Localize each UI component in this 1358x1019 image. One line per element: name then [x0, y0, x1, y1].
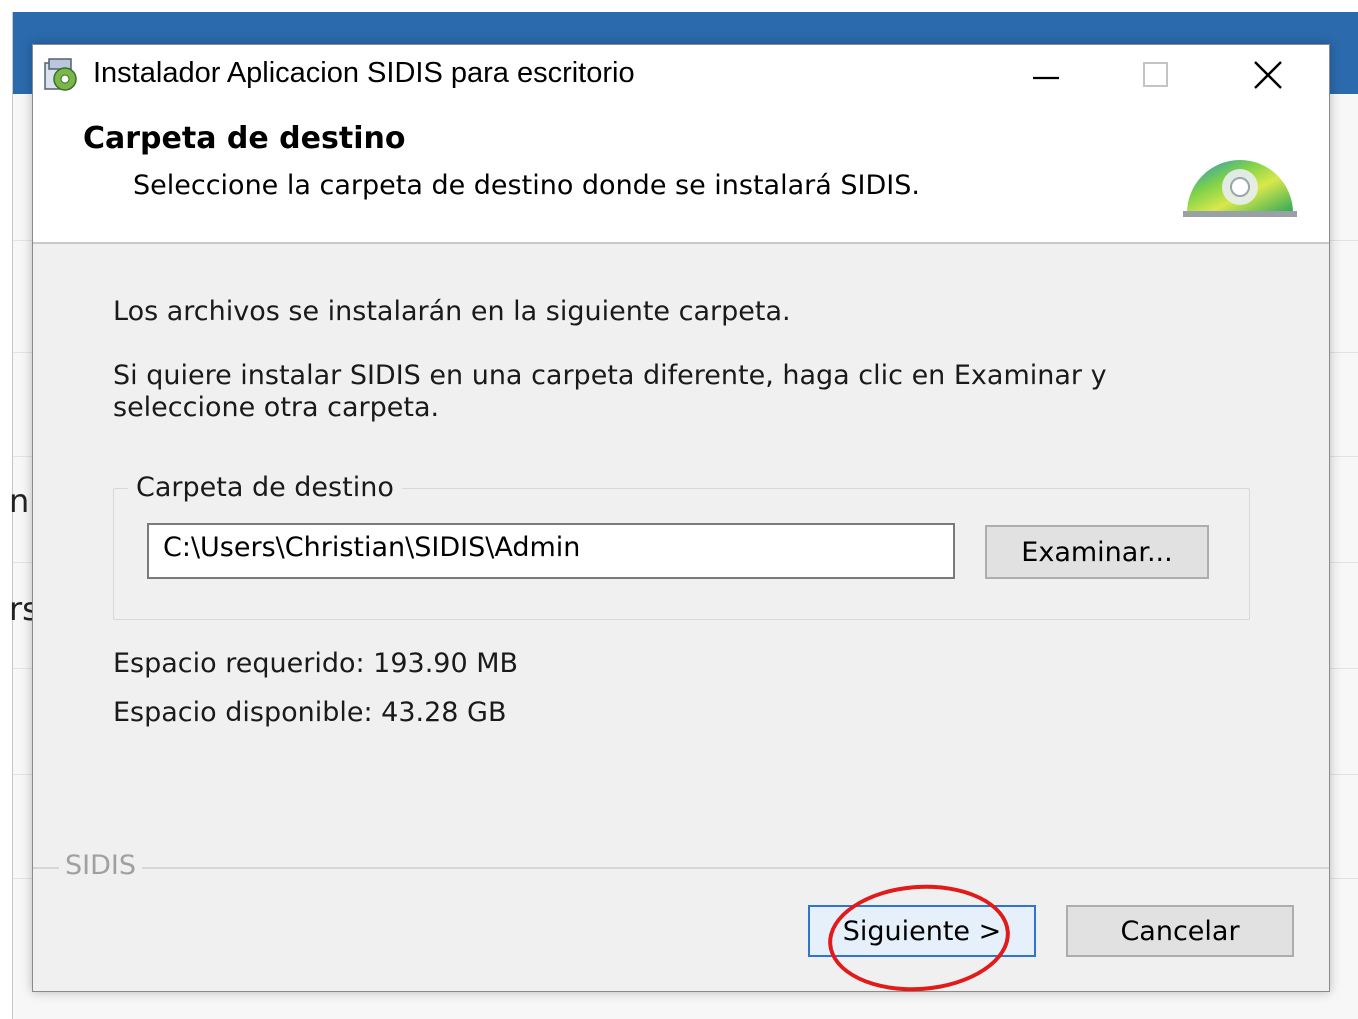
instructions-line-2: seleccione otra carpeta. [113, 392, 440, 423]
space-required-text: Espacio requerido: 193.90 MB [113, 648, 519, 679]
destination-group-label: Carpeta de destino [128, 472, 402, 503]
footer-divider [33, 867, 1329, 869]
wizard-header: Carpeta de destino Seleccione la carpeta… [33, 105, 1329, 244]
space-available-text: Espacio disponible: 43.28 GB [113, 697, 507, 728]
browse-button[interactable]: Examinar... [985, 525, 1209, 579]
destination-groupbox: Carpeta de destino Examinar... [113, 472, 1250, 620]
minimize-icon [1033, 76, 1059, 80]
minimize-button[interactable] [991, 45, 1101, 105]
next-button[interactable]: Siguiente > [808, 905, 1036, 957]
maximize-icon [1143, 62, 1168, 87]
window-title: Instalador Aplicacion SIDIS para escrito… [93, 57, 635, 89]
page-title: Carpeta de destino [83, 121, 406, 156]
close-button[interactable] [1213, 45, 1323, 105]
background-text-fragment: n [9, 482, 30, 520]
installer-icon [44, 58, 77, 91]
cancel-button[interactable]: Cancelar [1066, 905, 1294, 957]
cd-icon [1183, 160, 1297, 217]
page-subtitle: Seleccione la carpeta de destino donde s… [133, 170, 920, 201]
brand-label: SIDIS [59, 850, 142, 881]
intro-text: Los archivos se instalarán en la siguien… [113, 296, 791, 327]
maximize-button[interactable] [1101, 45, 1211, 105]
instructions-line-1: Si quiere instalar SIDIS en una carpeta … [113, 360, 1107, 391]
close-icon [1254, 61, 1282, 89]
title-bar[interactable]: Instalador Aplicacion SIDIS para escrito… [33, 45, 1329, 105]
installer-dialog: Instalador Aplicacion SIDIS para escrito… [32, 44, 1330, 998]
destination-path-input[interactable] [147, 523, 955, 579]
